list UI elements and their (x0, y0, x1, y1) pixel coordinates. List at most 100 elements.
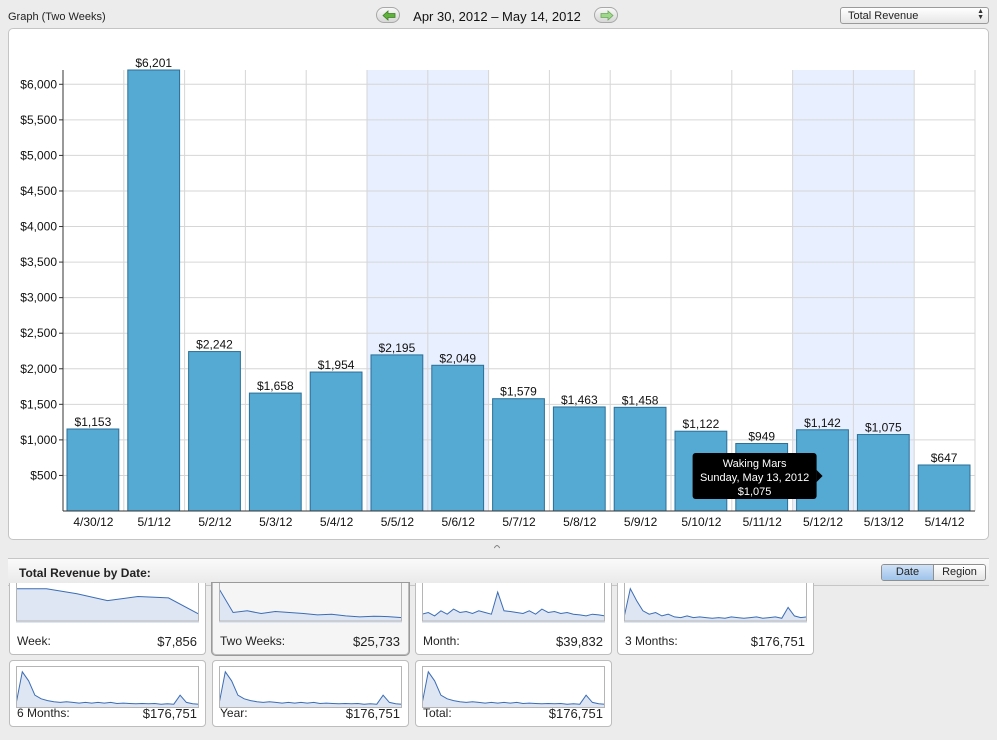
bar-5/2/12[interactable] (188, 351, 241, 512)
y-tick-label: $500 (30, 468, 57, 482)
bar-5/7/12[interactable] (492, 398, 545, 512)
period-card-week[interactable]: Week: $7,856 (9, 583, 206, 655)
metric-select[interactable]: Total Revenue ▲ ▼ (840, 7, 989, 24)
x-tick-label: 5/11/12 (743, 515, 782, 529)
period-card-label: Week: (17, 634, 51, 648)
y-tick-label: $5,500 (20, 113, 57, 127)
bar-4/30/12[interactable] (66, 428, 120, 512)
group-by-segmented-control: Date Region (881, 564, 986, 581)
chart-panel: $500 $1,000 $1,500 $2,000 $2,500 $3,000 $3,500… (8, 28, 989, 540)
bar-5/1/12[interactable] (127, 69, 181, 512)
x-tick-label: 5/6/12 (442, 515, 476, 529)
sparkline-area (422, 592, 605, 623)
period-card-6-months[interactable]: 6 Months: $176,751 (9, 660, 206, 727)
y-tick-label: $5,000 (20, 148, 57, 162)
bar-5/9/12[interactable] (613, 406, 667, 512)
summary-header: Total Revenue by Date: Date Region (8, 558, 989, 586)
period-card-label: 6 Months: (17, 706, 70, 720)
sparkline-line (16, 670, 199, 705)
bar-value-label: $1,122 (683, 417, 720, 431)
period-card-value: $25,733 (353, 634, 400, 649)
sparkline (422, 666, 605, 708)
bar-value-label: $1,658 (257, 379, 294, 393)
bar-value-label: $949 (748, 430, 775, 444)
x-tick-label: 5/1/12 (138, 515, 172, 529)
sparkline-area (16, 588, 199, 623)
sparkline (16, 583, 199, 623)
bar-5/6/12[interactable] (431, 364, 485, 512)
y-tick-label: $4,500 (20, 184, 57, 198)
period-card-label: Total: (423, 706, 452, 720)
bar-5/13/12[interactable] (856, 434, 910, 512)
left-arrow-icon (382, 10, 396, 21)
bar-value-label: $2,242 (196, 338, 233, 352)
period-card-year[interactable]: Year: $176,751 (212, 660, 409, 727)
bar-5/8/12[interactable] (552, 406, 606, 512)
period-card-label: 3 Months: (625, 634, 678, 648)
x-tick-label: 5/12/12 (803, 515, 843, 529)
period-card-label: Two Weeks: (220, 634, 286, 648)
period-card-value: $176,751 (548, 706, 603, 721)
x-tick-label: 5/8/12 (563, 515, 597, 529)
bar-5/3/12[interactable] (248, 392, 302, 512)
sparkline (16, 666, 199, 708)
segment-date[interactable]: Date (882, 565, 934, 580)
sparkline-line (422, 590, 605, 617)
sparkline-line (624, 587, 807, 619)
y-tick-label: $1,500 (20, 397, 57, 411)
graph-title: Graph (Two Weeks) (8, 11, 106, 23)
segment-region[interactable]: Region (934, 565, 985, 580)
x-tick-label: 5/3/12 (259, 515, 293, 529)
select-arrows-icon: ▲ ▼ (977, 8, 984, 21)
period-card-value: $7,856 (157, 634, 197, 649)
sparkline (422, 583, 605, 623)
metric-select-value: Total Revenue (848, 10, 919, 22)
period-card-label: Month: (423, 634, 460, 648)
x-tick-label: 5/7/12 (502, 515, 536, 529)
bar-5/4/12[interactable] (309, 371, 363, 512)
tooltip-line1: Waking Mars (723, 458, 787, 470)
period-card-total[interactable]: Total: $176,751 (415, 660, 612, 727)
bar-value-label: $1,458 (622, 393, 659, 407)
date-navigator: Apr 30, 2012 – May 14, 2012 (376, 6, 618, 26)
bar-value-label: $1,579 (500, 385, 537, 399)
sparkline-line (219, 670, 402, 705)
y-tick-label: $6,000 (20, 77, 57, 91)
period-card-month[interactable]: Month: $39,832 (415, 583, 612, 655)
bar-value-label: $1,463 (561, 393, 598, 407)
x-tick-label: 5/14/12 (925, 515, 965, 529)
bar-5/5/12[interactable] (370, 354, 424, 512)
bar-5/14/12[interactable] (917, 464, 971, 512)
y-tick-label: $4,000 (20, 220, 57, 234)
sparkline (624, 583, 807, 623)
previous-range-button[interactable] (376, 7, 400, 23)
right-arrow-icon (600, 10, 614, 21)
period-card-two-weeks[interactable]: Two Weeks: $25,733 (212, 583, 409, 655)
bar-value-label: $2,049 (439, 351, 476, 365)
x-tick-label: 5/13/12 (864, 515, 904, 529)
bar-value-label: $2,195 (379, 341, 416, 355)
summary-title: Total Revenue by Date: (19, 566, 151, 580)
bar-value-label: $6,201 (135, 56, 172, 70)
y-tick-label: $3,500 (20, 255, 57, 269)
splitter-handle[interactable] (494, 545, 500, 549)
bar-value-label: $1,153 (75, 415, 112, 429)
period-card-3-months[interactable]: 3 Months: $176,751 (617, 583, 814, 655)
sparkline (219, 583, 402, 623)
y-tick-label: $1,000 (20, 433, 57, 447)
period-card-label: Year: (220, 706, 248, 720)
bar-value-label: $1,954 (318, 358, 355, 372)
x-tick-label: 4/30/12 (73, 515, 113, 529)
x-tick-label: 5/5/12 (381, 515, 415, 529)
revenue-bar-chart: $500 $1,000 $1,500 $2,000 $2,500 $3,000 $3,500… (20, 56, 976, 529)
x-tick-label: 5/9/12 (624, 515, 658, 529)
next-range-button[interactable] (594, 7, 618, 23)
period-card-value: $176,751 (345, 706, 400, 721)
x-tick-label: 5/4/12 (320, 515, 354, 529)
period-card-value: $176,751 (750, 634, 805, 649)
bar-value-label: $1,075 (865, 421, 902, 435)
x-tick-label: 5/2/12 (198, 515, 232, 529)
sparkline-area (219, 588, 402, 623)
period-card-value: $39,832 (556, 634, 603, 649)
bar-value-label: $1,142 (804, 416, 841, 430)
